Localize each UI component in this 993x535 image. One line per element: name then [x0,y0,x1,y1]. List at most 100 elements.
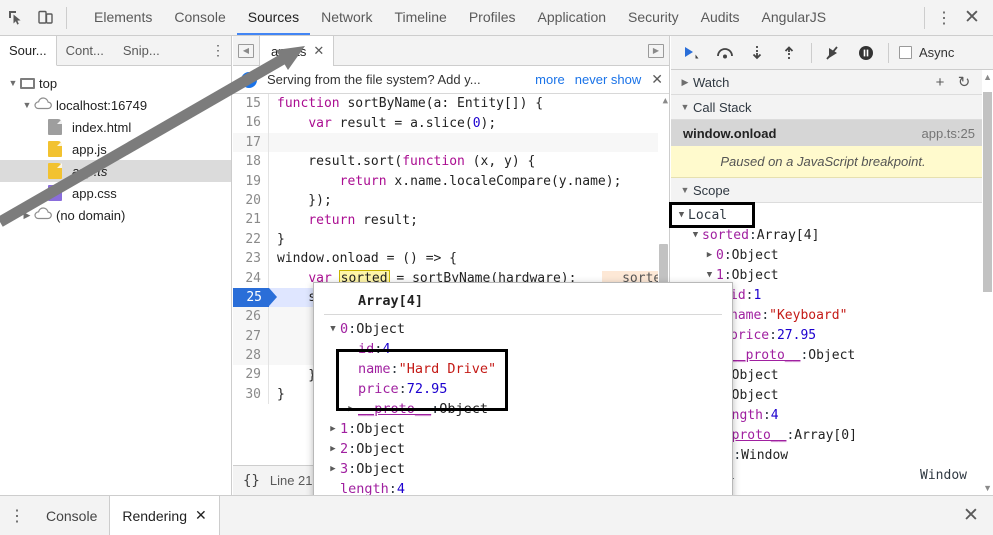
tab-network[interactable]: Network [310,0,383,35]
device-toolbar-icon[interactable] [30,1,60,35]
code-line[interactable]: 18 result.sort(function (x, y) { [233,152,669,172]
close-icon[interactable]: ✕ [313,43,324,59]
step-over-button[interactable] [711,38,739,68]
tab-sources[interactable]: Sources [236,0,311,35]
code-line[interactable]: 22} [233,229,669,250]
line-number[interactable]: 28 [233,346,269,366]
add-watch-icon[interactable]: + [929,74,951,91]
info-never-show-link[interactable]: never show [575,72,641,87]
chevron-down-icon[interactable]: ▼ [689,230,702,240]
popover-property-row[interactable]: name: "Hard Drive" [322,359,732,379]
drawer-tab-console[interactable]: Console [34,496,109,535]
tabs-scroll-right-icon[interactable]: ▶ [643,36,669,65]
drawer-menu-icon[interactable]: ⋮ [0,496,34,535]
close-drawer-icon[interactable]: ✕ [949,496,993,535]
code-line[interactable]: 16 var result = a.slice(0); [233,113,669,133]
line-number[interactable]: 27 [233,326,269,347]
code-line[interactable]: 17 [233,132,669,153]
tab-console[interactable]: Console [163,0,236,35]
chevron-right-icon[interactable]: ▶ [20,210,34,220]
tab-security[interactable]: Security [617,0,690,35]
tree-item-app-ts[interactable]: app.ts [0,160,231,182]
tab-audits[interactable]: Audits [690,0,751,35]
code-line[interactable]: 23 window.onload = () => { [233,249,669,269]
tab-angularjs[interactable]: AngularJS [751,0,838,35]
watch-section-header[interactable]: ▶ Watch + ↻ [671,70,993,95]
line-number[interactable]: 17 [233,132,269,153]
chevron-down-icon[interactable]: ▼ [326,324,340,334]
popover-property-row[interactable]: ▼ 0: Object [322,319,732,339]
async-toggle[interactable]: Async [899,45,954,60]
scroll-down-icon[interactable]: ▼ [983,483,992,493]
chevron-right-icon[interactable]: ▶ [703,250,716,260]
code-line[interactable]: 20 }); [233,190,669,211]
line-number[interactable]: 22 [233,229,269,250]
tree-item-app-css[interactable]: app.css [0,182,231,204]
chevron-down-icon[interactable]: ▼ [703,270,716,280]
tab-timeline[interactable]: Timeline [383,0,457,35]
close-icon[interactable]: ✕ [195,507,207,524]
resume-script-button[interactable] [679,38,707,68]
call-stack-section-header[interactable]: ▼ Call Stack [671,95,993,120]
chevron-right-icon[interactable]: ▶ [326,424,340,434]
chevron-down-icon[interactable]: ▼ [20,100,34,110]
drawer-tab-rendering[interactable]: Rendering ✕ [109,496,220,535]
tree-item-index-html[interactable]: index.html [0,116,231,138]
line-number[interactable]: 24 [233,268,269,288]
tree-item-app-js[interactable]: app.js [0,138,231,160]
chevron-down-icon[interactable]: ▼ [677,102,693,112]
tree-item-localhost[interactable]: ▼ localhost:16749 [0,94,231,116]
line-number[interactable]: 25 [233,287,277,308]
call-stack-frame[interactable]: window.onload app.ts:25 [671,120,993,146]
inspect-element-icon[interactable] [0,1,30,35]
tab-application[interactable]: Application [527,0,618,35]
tab-elements[interactable]: Elements [83,0,163,35]
close-icon[interactable]: ✕ [651,71,663,88]
popover-property-row[interactable]: ▶ __proto__: Object [322,399,732,419]
deactivate-breakpoints-button[interactable] [820,38,848,68]
line-number[interactable]: 16 [233,113,269,133]
info-more-link[interactable]: more [535,72,565,87]
line-number[interactable]: 30 [233,384,269,405]
nav-tab-content-scripts[interactable]: Cont... [57,36,114,65]
line-number[interactable]: 15 [233,94,269,114]
popover-property-row[interactable]: ▶ 1: Object [322,419,732,439]
scope-row[interactable]: ▼ sorted: Array[4] [671,225,993,245]
editor-tab-app-ts[interactable]: app.ts ✕ [259,36,335,66]
sidebar-scrollbar[interactable]: ▲ ▼ [982,70,993,495]
nav-tab-snippets[interactable]: Snip... [114,36,170,65]
scrollbar-thumb[interactable] [983,92,992,292]
line-number[interactable]: 20 [233,190,269,211]
main-menu-icon[interactable]: ⋮ [931,1,957,35]
refresh-watch-icon[interactable]: ↻ [953,73,975,91]
chevron-right-icon[interactable]: ▶ [677,77,693,87]
popover-property-row[interactable]: ▶ 2: Object [322,439,732,459]
scroll-up-icon[interactable]: ▲ [663,96,668,106]
navigator-menu-icon[interactable]: ⋮ [205,36,231,65]
object-preview-popover[interactable]: Array[4] ▼ 0: Object id: 4 name: "Hard Driv… [313,282,733,528]
line-number[interactable]: 21 [233,210,269,230]
line-number[interactable]: 18 [233,152,269,172]
chevron-down-icon[interactable]: ▼ [677,185,693,195]
line-number[interactable]: 26 [233,307,269,327]
close-devtools-icon[interactable]: ✕ [957,1,987,35]
pretty-print-icon[interactable]: {} [243,473,260,489]
tree-item-top[interactable]: ▼ top [0,72,231,94]
step-into-button[interactable] [743,38,771,68]
scroll-up-icon[interactable]: ▲ [983,72,992,82]
scope-row[interactable]: ▶ 0: Object [671,245,993,265]
popover-property-row[interactable]: price: 72.95 [322,379,732,399]
pause-on-exceptions-button[interactable] [852,38,880,68]
async-checkbox[interactable] [899,46,912,59]
popover-property-row[interactable]: id: 4 [322,339,732,359]
step-out-button[interactable] [775,38,803,68]
tab-profiles[interactable]: Profiles [458,0,527,35]
nav-tab-sources[interactable]: Sour... [0,36,57,66]
code-line[interactable]: 15 function sortByName(a: Entity[]) { [233,94,669,114]
chevron-right-icon[interactable]: ▶ [344,404,358,414]
chevron-right-icon[interactable]: ▶ [326,444,340,454]
popover-property-row[interactable]: ▶ 3: Object [322,459,732,479]
line-number[interactable]: 23 [233,249,269,269]
line-number[interactable]: 19 [233,171,269,191]
code-line[interactable]: 21 return result; [233,210,669,230]
